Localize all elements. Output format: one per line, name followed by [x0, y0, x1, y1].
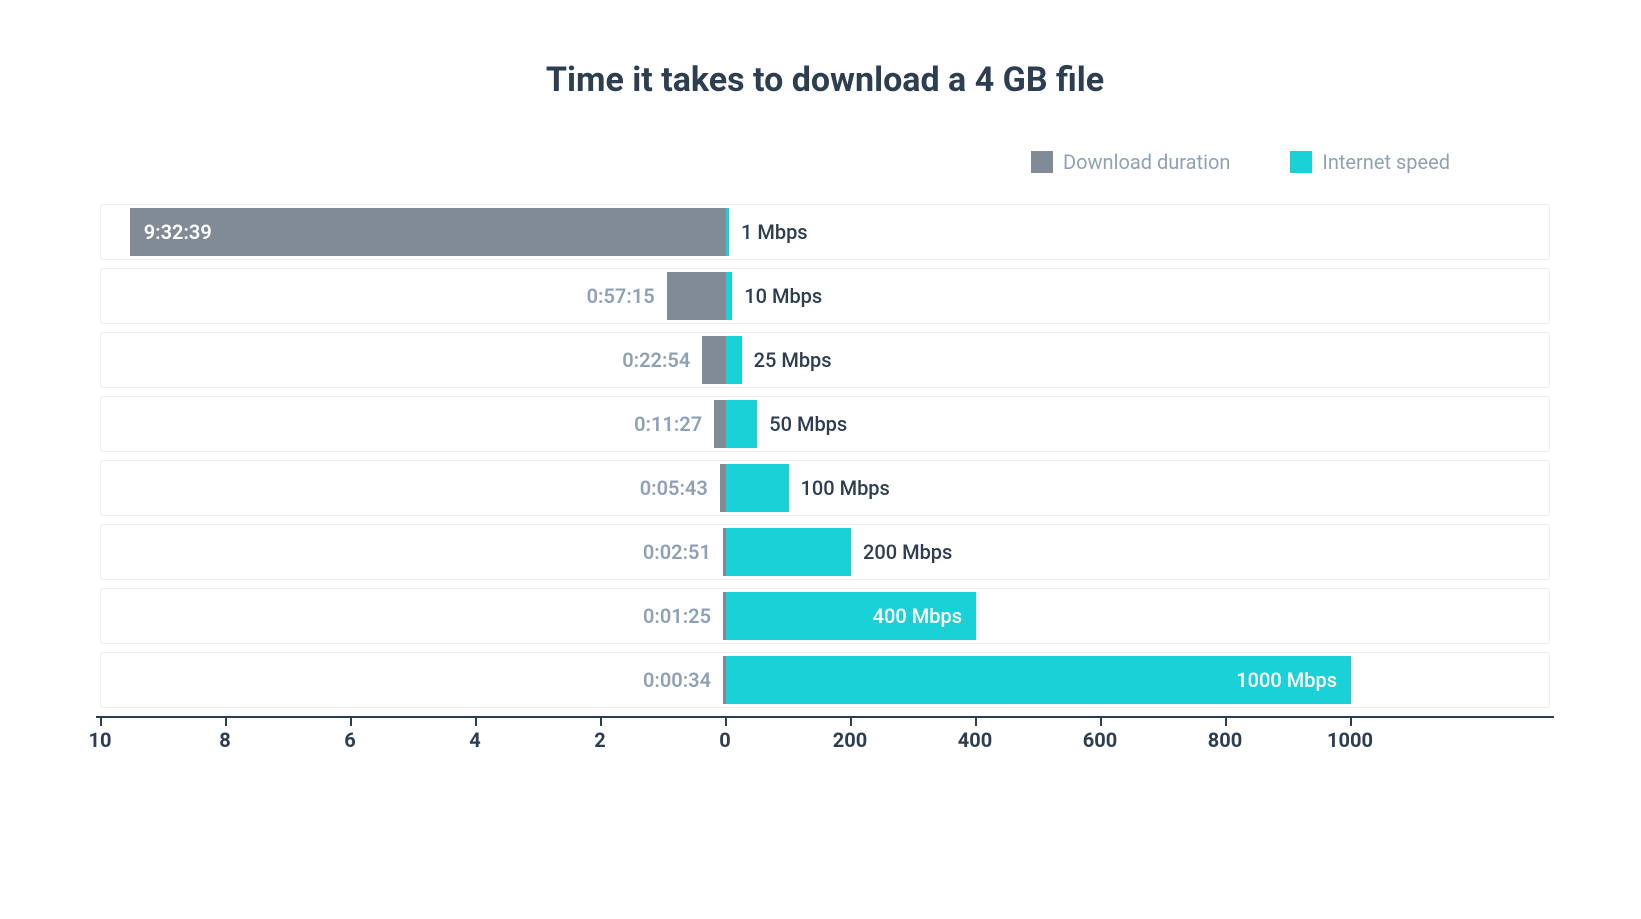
bar-duration: [702, 336, 726, 384]
label-duration: 0:11:27: [634, 412, 702, 436]
label-duration: 0:02:51: [643, 540, 711, 564]
axis-tick-label: 10: [89, 728, 112, 752]
chart-row: 0:57:15 10 Mbps: [100, 268, 1550, 324]
plot-area: 9:32:39 1 Mbps 0:57:15 10 Mbps 0:22:54 25 Mbp…: [100, 204, 1550, 708]
legend-item-speed: Internet speed: [1290, 150, 1450, 174]
axis-tick-label: 0: [719, 728, 730, 752]
chart-row: 0:22:54 25 Mbps: [100, 332, 1550, 388]
chart-row: 0:05:43 100 Mbps: [100, 460, 1550, 516]
label-duration: 0:00:34: [643, 668, 711, 692]
axis-tick-label: 6: [344, 728, 355, 752]
axis-tick-label: 1000: [1327, 728, 1373, 752]
axis-tick: [225, 718, 227, 726]
label-duration: 0:22:54: [622, 348, 690, 372]
axis-tick-label: 600: [1083, 728, 1117, 752]
bar-speed: [726, 400, 757, 448]
label-speed: 200 Mbps: [863, 540, 952, 564]
bar-speed: 1000 Mbps: [726, 656, 1351, 704]
label-speed: 400 Mbps: [873, 604, 962, 628]
label-speed: 100 Mbps: [801, 476, 890, 500]
bar-speed: [726, 272, 732, 320]
bar-speed: [726, 336, 742, 384]
chart-row: 0:01:25 400 Mbps: [100, 588, 1550, 644]
axis-tick-label: 8: [219, 728, 230, 752]
chart-row: 9:32:39 1 Mbps: [100, 204, 1550, 260]
legend-item-duration: Download duration: [1031, 150, 1230, 174]
label-duration: 0:05:43: [640, 476, 708, 500]
axis-tick: [1100, 718, 1102, 726]
axis-tick-label: 200: [833, 728, 867, 752]
label-speed: 1 Mbps: [741, 220, 808, 244]
bar-duration: [667, 272, 726, 320]
chart-container: Time it takes to download a 4 GB file Do…: [100, 60, 1550, 756]
label-duration: 0:57:15: [587, 284, 655, 308]
chart-row: 0:11:27 50 Mbps: [100, 396, 1550, 452]
label-duration: 0:01:25: [643, 604, 711, 628]
bar-duration: 9:32:39: [130, 208, 726, 256]
legend-swatch-duration: [1031, 151, 1053, 173]
axis-tick: [1225, 718, 1227, 726]
axis-tick: [100, 718, 102, 726]
chart-row: 0:00:34 1000 Mbps: [100, 652, 1550, 708]
axis-tick: [725, 718, 727, 726]
axis-tick-label: 400: [958, 728, 992, 752]
axis-tick: [1350, 718, 1352, 726]
label-speed: 10 Mbps: [744, 284, 822, 308]
chart-row: 0:02:51 200 Mbps: [100, 524, 1550, 580]
bar-speed: 400 Mbps: [726, 592, 976, 640]
axis-tick: [600, 718, 602, 726]
label-duration: 9:32:39: [144, 220, 212, 244]
legend: Download duration Internet speed: [100, 150, 1550, 174]
legend-label-speed: Internet speed: [1322, 150, 1450, 174]
axis-tick: [350, 718, 352, 726]
axis-tick-label: 4: [469, 728, 480, 752]
bar-speed: [726, 464, 789, 512]
axis-tick: [975, 718, 977, 726]
axis-line: [96, 716, 1554, 718]
bar-speed: [726, 528, 851, 576]
axis-tick: [475, 718, 477, 726]
axis-tick: [850, 718, 852, 726]
legend-label-duration: Download duration: [1063, 150, 1230, 174]
axis-tick-label: 2: [594, 728, 605, 752]
chart-title: Time it takes to download a 4 GB file: [100, 60, 1550, 100]
label-speed: 25 Mbps: [754, 348, 832, 372]
x-axis: 10864202004006008001000: [100, 716, 1550, 756]
label-speed: 50 Mbps: [769, 412, 847, 436]
label-speed: 1000 Mbps: [1236, 668, 1337, 692]
axis-tick-label: 800: [1208, 728, 1242, 752]
bar-duration: [714, 400, 726, 448]
bar-speed: [726, 208, 729, 256]
legend-swatch-speed: [1290, 151, 1312, 173]
